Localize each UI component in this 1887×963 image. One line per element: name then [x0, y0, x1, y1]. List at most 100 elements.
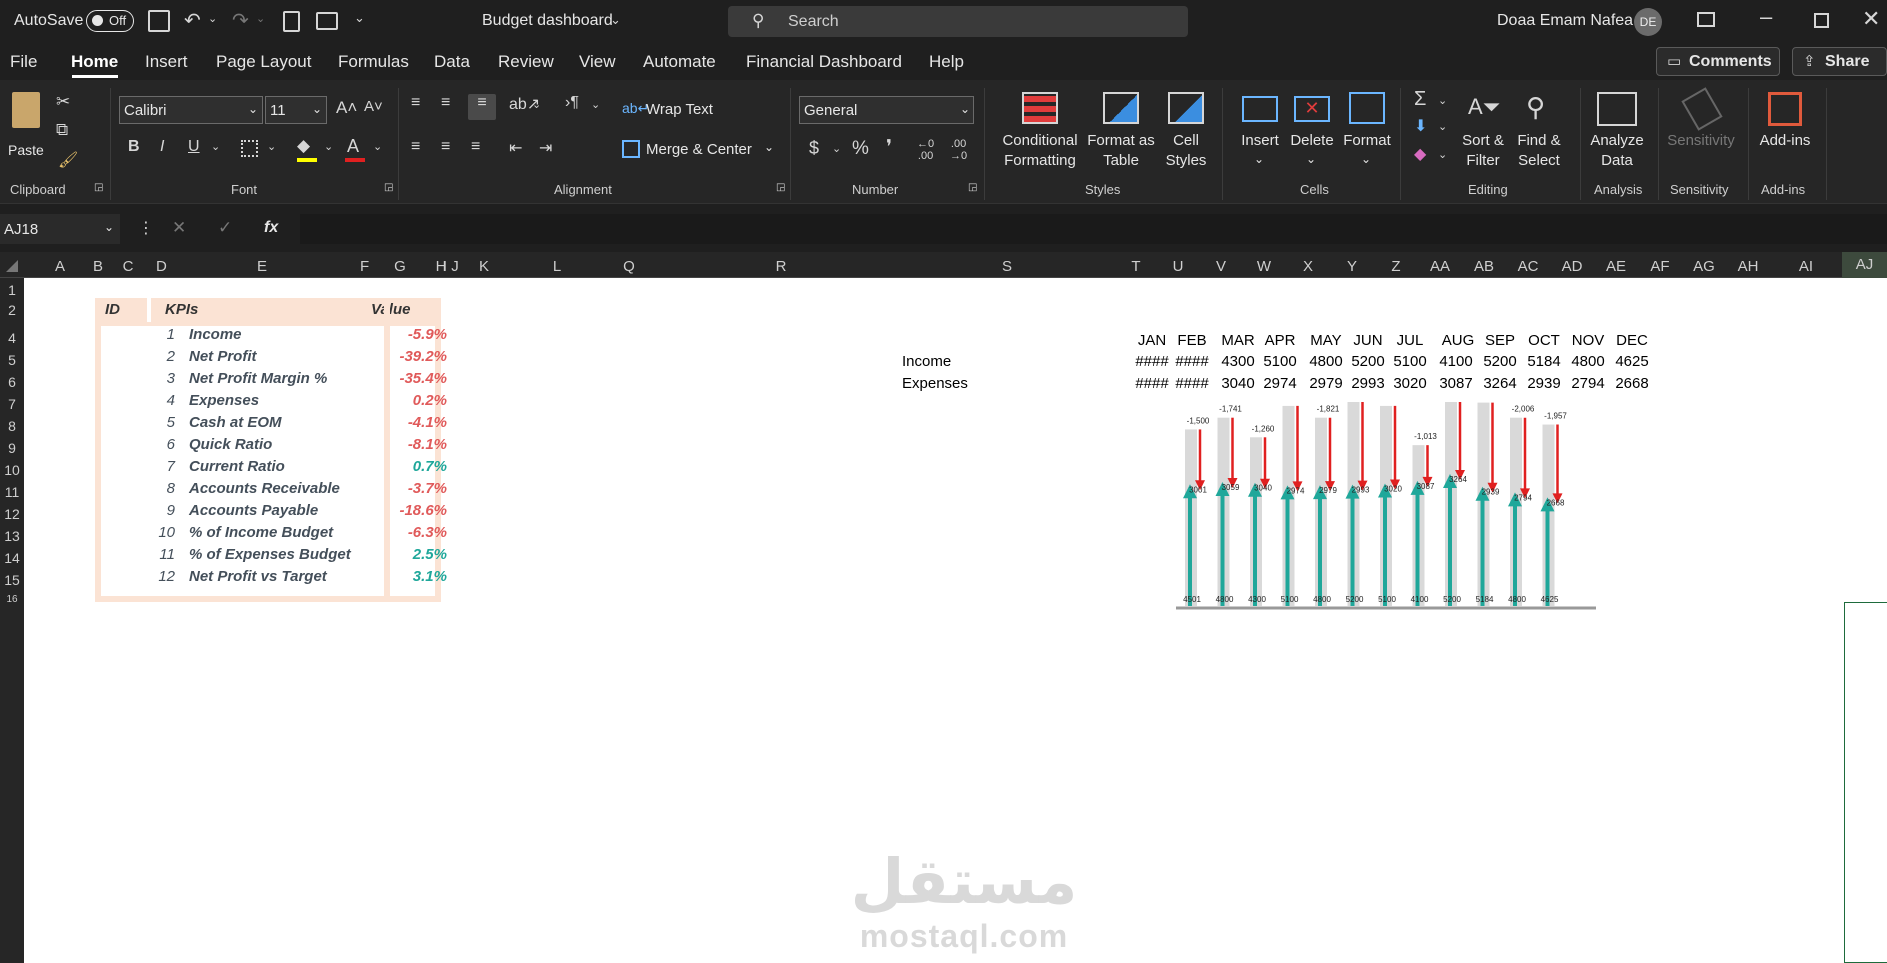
- income-cell[interactable]: 5100: [1388, 353, 1432, 370]
- row-header[interactable]: 10: [0, 462, 24, 478]
- number-launcher-icon[interactable]: ◲: [968, 182, 977, 193]
- align-center-icon[interactable]: ≡: [441, 138, 450, 156]
- tab-page-layout[interactable]: Page Layout: [216, 52, 311, 72]
- column-header[interactable]: E: [162, 258, 362, 275]
- text-direction-dropdown-icon[interactable]: ⌄: [591, 98, 600, 111]
- column-header[interactable]: C: [116, 258, 140, 275]
- expense-cell[interactable]: ####: [1130, 375, 1174, 392]
- tab-file[interactable]: File: [10, 52, 37, 72]
- column-header[interactable]: AD: [1550, 258, 1594, 275]
- income-cell[interactable]: 5200: [1346, 353, 1390, 370]
- column-header[interactable]: AI: [1770, 258, 1842, 275]
- borders-dropdown-icon[interactable]: ⌄: [267, 140, 276, 153]
- font-size-select[interactable]: 11 ⌄: [265, 96, 327, 124]
- income-cell[interactable]: ####: [1130, 353, 1174, 370]
- more-options-icon[interactable]: ⋮: [138, 218, 154, 238]
- row-header[interactable]: 13: [0, 528, 24, 544]
- clear-dropdown-icon[interactable]: ⌄: [1438, 148, 1447, 161]
- borders-icon[interactable]: [241, 140, 258, 157]
- font-color-icon[interactable]: A: [345, 136, 365, 162]
- clipboard-launcher-icon[interactable]: ◲: [94, 182, 103, 193]
- autosave-toggle[interactable]: Off: [86, 10, 134, 32]
- undo-icon[interactable]: ↶: [184, 8, 201, 33]
- decrease-font-size-icon[interactable]: A˅: [364, 98, 383, 115]
- column-header-selected[interactable]: AJ: [1842, 252, 1887, 278]
- ribbon-display-icon[interactable]: [1697, 12, 1715, 27]
- column-header[interactable]: Z: [1374, 258, 1418, 275]
- search-box[interactable]: ⚲ Search: [728, 6, 1188, 37]
- row-header[interactable]: 7: [0, 396, 24, 412]
- income-cell[interactable]: 4300: [1216, 353, 1260, 370]
- autosum-dropdown-icon[interactable]: ⌄: [1438, 94, 1447, 107]
- text-direction-icon[interactable]: ›¶: [565, 94, 579, 112]
- row-header[interactable]: 2: [0, 302, 24, 318]
- minimize-icon[interactable]: –: [1760, 4, 1772, 30]
- column-header[interactable]: X: [1286, 258, 1330, 275]
- paste-button[interactable]: Paste: [6, 90, 46, 170]
- column-header[interactable]: V: [1200, 258, 1242, 275]
- column-header[interactable]: AB: [1462, 258, 1506, 275]
- expense-cell[interactable]: 3087: [1434, 375, 1478, 392]
- expense-cell[interactable]: 2993: [1346, 375, 1390, 392]
- insert-function-icon[interactable]: fx: [264, 219, 278, 237]
- sort-filter-button[interactable]: A⏷ Sort & Filter: [1456, 92, 1510, 178]
- income-expense-chart[interactable]: 4501 3001 -1,500 4800 3059 -1,741 4300 3040 -1,2…: [1174, 402, 1604, 616]
- column-header[interactable]: K: [462, 258, 506, 275]
- row-header[interactable]: 12: [0, 506, 24, 522]
- expense-cell[interactable]: 3020: [1388, 375, 1432, 392]
- column-header[interactable]: J: [448, 258, 462, 275]
- row-header[interactable]: 1: [0, 282, 24, 298]
- column-header[interactable]: U: [1156, 258, 1200, 275]
- increase-indent-icon[interactable]: ⇥: [539, 138, 552, 158]
- font-color-dropdown-icon[interactable]: ⌄: [373, 140, 382, 153]
- row-header[interactable]: 8: [0, 418, 24, 434]
- autosum-icon[interactable]: Σ: [1414, 88, 1426, 111]
- open-folder-icon[interactable]: [316, 12, 338, 30]
- insert-cells-button[interactable]: Insert ⌄: [1236, 92, 1284, 178]
- maximize-icon[interactable]: [1814, 13, 1829, 28]
- column-header[interactable]: AA: [1418, 258, 1462, 275]
- column-header[interactable]: AC: [1506, 258, 1550, 275]
- font-name-select[interactable]: Calibri ⌄: [119, 96, 263, 124]
- tab-data[interactable]: Data: [434, 52, 470, 72]
- income-cell[interactable]: 5184: [1522, 353, 1566, 370]
- fill-dropdown-icon[interactable]: ⌄: [1438, 120, 1447, 133]
- decrease-indent-icon[interactable]: ⇤: [509, 138, 522, 158]
- orientation-dropdown-icon[interactable]: ⌄: [532, 98, 541, 111]
- align-right-icon[interactable]: ≡: [471, 138, 480, 156]
- row-header[interactable]: 9: [0, 440, 24, 456]
- row-header[interactable]: 11: [0, 484, 24, 500]
- column-header[interactable]: W: [1242, 258, 1286, 275]
- column-header[interactable]: G: [370, 258, 430, 275]
- format-cells-button[interactable]: Format ⌄: [1340, 92, 1394, 178]
- currency-dropdown-icon[interactable]: ⌄: [832, 142, 841, 155]
- comments-button[interactable]: ▭ Comments: [1656, 47, 1780, 76]
- addins-button[interactable]: Add-ins: [1754, 92, 1816, 178]
- redo-dropdown-icon[interactable]: ⌄: [256, 12, 265, 25]
- copy-icon[interactable]: ⧉: [56, 120, 68, 140]
- close-icon[interactable]: ✕: [1862, 6, 1880, 32]
- column-header[interactable]: S: [898, 258, 1116, 275]
- cancel-entry-icon[interactable]: ✕: [172, 218, 186, 238]
- document-title[interactable]: Budget dashboard: [482, 12, 613, 30]
- tab-review[interactable]: Review: [498, 52, 554, 72]
- percent-icon[interactable]: %: [852, 138, 869, 160]
- avatar[interactable]: DE: [1634, 8, 1662, 36]
- fill-icon[interactable]: ⬇: [1414, 116, 1427, 136]
- column-header[interactable]: AG: [1682, 258, 1726, 275]
- column-header[interactable]: A: [40, 258, 80, 275]
- bold-icon[interactable]: B: [128, 138, 140, 156]
- align-top-icon[interactable]: ≡: [411, 94, 420, 112]
- column-header[interactable]: T: [1116, 258, 1156, 275]
- font-launcher-icon[interactable]: ◲: [384, 182, 393, 193]
- column-header[interactable]: L: [520, 258, 594, 275]
- redo-icon[interactable]: ↷: [232, 8, 249, 33]
- italic-icon[interactable]: I: [160, 138, 164, 156]
- income-cell[interactable]: 5100: [1258, 353, 1302, 370]
- expense-cell[interactable]: ####: [1170, 375, 1214, 392]
- save-icon[interactable]: [148, 10, 170, 32]
- align-middle-icon[interactable]: ≡: [441, 94, 450, 112]
- increase-decimal-icon[interactable]: ←0.00: [917, 138, 934, 162]
- tab-help[interactable]: Help: [929, 52, 964, 72]
- column-header[interactable]: B: [92, 258, 104, 275]
